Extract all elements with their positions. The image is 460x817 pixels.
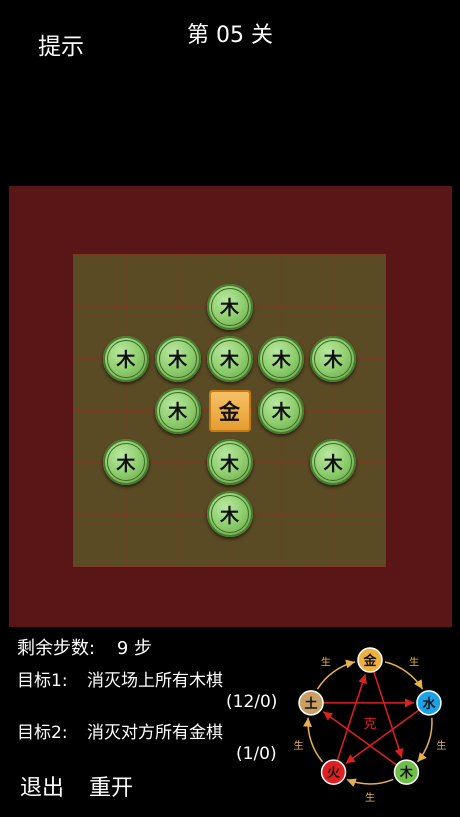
- goal1-progress: (12/0): [226, 692, 278, 712]
- wood-piece[interactable]: 木: [154, 387, 201, 434]
- goal-1: 目标1: 消灭场上所有木棋: [17, 666, 223, 691]
- piece-label: 木: [262, 339, 301, 378]
- piece-label: 木: [158, 391, 197, 430]
- sheng-arrow: [416, 717, 433, 763]
- wood-piece[interactable]: 木: [206, 335, 253, 382]
- piece-label: 木: [158, 339, 197, 378]
- piece-label: 木: [262, 391, 301, 430]
- element-label: 火: [327, 766, 341, 781]
- ke-label: 克: [363, 717, 376, 732]
- element-label: 金: [362, 653, 377, 669]
- level-title: 第 05 关: [187, 23, 273, 48]
- sheng-label: 生: [409, 655, 419, 668]
- wood-piece[interactable]: 木: [206, 491, 253, 538]
- game-board[interactable]: 木木木木木木木木木木木木金: [73, 254, 386, 567]
- piece-label: 木: [210, 339, 249, 378]
- wood-piece[interactable]: 木: [206, 439, 253, 486]
- element-label: 水: [422, 696, 436, 712]
- gold-piece[interactable]: 金: [208, 389, 251, 432]
- goal2-text: 消灭对方所有金棋: [86, 723, 223, 743]
- sheng-label: 生: [436, 739, 446, 752]
- sheng-label: 生: [321, 655, 331, 668]
- sheng-label: 生: [294, 739, 304, 752]
- wood-piece[interactable]: 木: [258, 387, 305, 434]
- piece-label: 木: [210, 495, 249, 534]
- goal2-label: 目标2:: [17, 723, 68, 743]
- piece-label: 木: [210, 287, 249, 326]
- wuxing-diagram: 生生生生生克金水木火土: [294, 647, 446, 804]
- ke-arrow: [372, 671, 404, 759]
- steps-label: 剩余步数:: [17, 638, 96, 659]
- goal1-label: 目标1:: [17, 671, 68, 691]
- sheng-arrow: [346, 778, 394, 788]
- element-label: 木: [399, 765, 414, 781]
- ke-arrow: [322, 711, 398, 766]
- wood-piece[interactable]: 木: [154, 335, 201, 382]
- goal2-progress: (1/0): [236, 744, 277, 764]
- element-label: 土: [305, 696, 318, 712]
- exit-button[interactable]: 退出: [20, 770, 64, 802]
- piece-label: 木: [314, 339, 353, 378]
- steps-value: 9 步: [116, 638, 152, 659]
- ke-arrow: [336, 674, 367, 761]
- wood-piece[interactable]: 木: [102, 335, 149, 382]
- goal-2: 目标2: 消灭对方所有金棋: [17, 718, 223, 743]
- goal1-text: 消灭场上所有木棋: [86, 671, 223, 691]
- wood-piece[interactable]: 木: [102, 439, 149, 486]
- sheng-label: 生: [365, 791, 375, 804]
- wood-piece[interactable]: 木: [258, 335, 305, 382]
- piece-label: 木: [106, 443, 145, 482]
- piece-label: 木: [210, 443, 249, 482]
- piece-label: 木: [106, 339, 145, 378]
- sheng-arrow: [303, 717, 324, 763]
- wood-piece[interactable]: 木: [206, 283, 253, 330]
- wood-piece[interactable]: 木: [310, 335, 357, 382]
- piece-label: 木: [314, 443, 353, 482]
- remaining-steps: 剩余步数: 9 步: [17, 634, 152, 660]
- restart-button[interactable]: 重开: [89, 770, 133, 802]
